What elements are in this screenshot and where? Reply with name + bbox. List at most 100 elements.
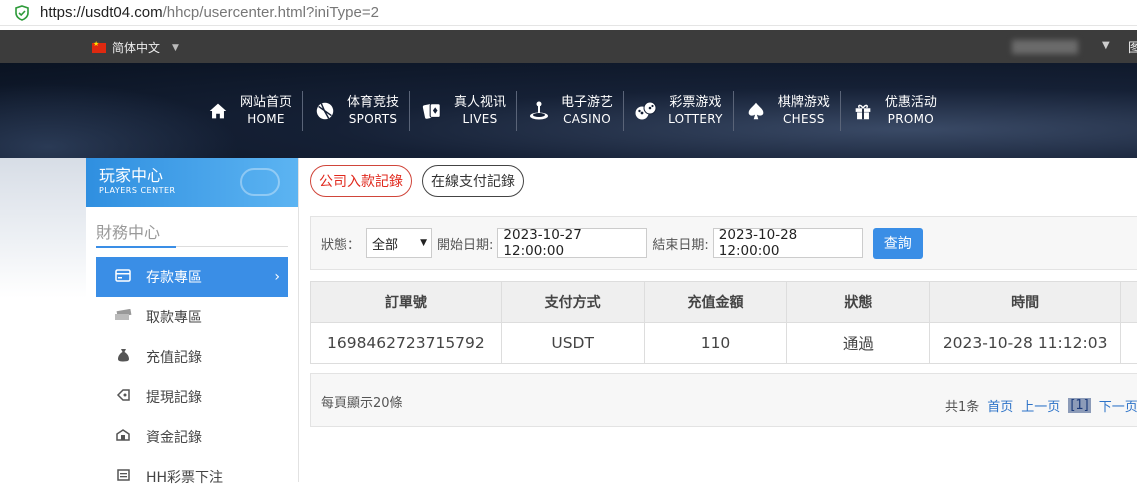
nav-lives-en: LIVES	[462, 111, 498, 126]
sidebar-item-recharge-records[interactable]: 充值記錄	[96, 337, 288, 377]
china-flag-icon	[92, 40, 106, 53]
status-select[interactable]: 全部 ▼	[366, 228, 433, 258]
url-host: https://usdt04.com	[40, 4, 163, 21]
spade-icon	[742, 97, 770, 125]
nav-home-en: HOME	[247, 111, 285, 126]
end-date-input[interactable]: 2023-10-28 12:00:00	[712, 227, 863, 259]
gamepad-icon	[240, 168, 280, 196]
sidebar-item-label: HH彩票下注	[146, 470, 224, 486]
fund-icon	[112, 429, 134, 445]
header-overflow	[1121, 282, 1137, 322]
tab-online-payment[interactable]: 在線支付記錄	[422, 165, 524, 197]
sidebar-item-withdraw-zone[interactable]: 取款專區	[96, 297, 288, 337]
sidebar-item-label: 取款專區	[146, 310, 202, 326]
end-date-label: 結束日期:	[652, 237, 709, 253]
nav-casino-cn: 电子游艺	[561, 94, 614, 110]
nav-chess-en: CHESS	[782, 111, 825, 126]
joystick-icon	[525, 97, 553, 125]
language-selector[interactable]: 简体中文 ▼	[92, 39, 179, 56]
deposit-records-table: 訂單號 支付方式 充值金額 狀態 時間 1698462723715792 USD…	[310, 281, 1137, 364]
header-payment-method: 支付方式	[502, 282, 645, 322]
nav-promo-en: PROMO	[887, 111, 934, 126]
cell-status: 通過	[787, 323, 931, 363]
hero-banner: 网站首页 HOME 体育竞技 SPORTS 真人视讯 LIVES 电子游艺 CASINO…	[0, 63, 1137, 158]
chevron-down-icon: ▼	[172, 42, 179, 53]
first-page-link[interactable]: 首页	[987, 396, 1013, 415]
background-fade	[0, 158, 86, 298]
nav-lottery[interactable]: 彩票游戏 LOTTERY	[624, 90, 734, 131]
dice-icon	[632, 97, 660, 125]
nav-lives[interactable]: 真人视讯 LIVES	[410, 90, 518, 131]
players-center-header: 玩家中心 PLAYERS CENTER	[86, 158, 298, 207]
user-menu-chevron-icon[interactable]: ▼	[1102, 40, 1110, 51]
address-bar[interactable]: https://usdt04.com/hhcp/usercenter.html?…	[0, 0, 1137, 26]
nav-home[interactable]: 网站首页 HOME	[196, 90, 304, 131]
per-page-text: 每頁顯示20條	[321, 396, 403, 411]
sidebar-menu: 存款專區 › 取款專區 充值記錄 提現記錄 資金記錄 HH彩票下注	[86, 257, 298, 497]
status-select-value: 全部	[372, 237, 399, 253]
nav-sports-en: SPORTS	[348, 111, 398, 126]
nav-lives-cn: 真人视讯	[454, 94, 507, 110]
withdraw-icon	[112, 389, 134, 405]
nav-chess-cn: 棋牌游戏	[777, 94, 830, 110]
card-icon	[112, 268, 134, 286]
dropdown-arrow-icon: ▼	[420, 238, 428, 248]
current-page[interactable]: [1]	[1068, 398, 1091, 413]
cell-amount: 110	[645, 323, 788, 363]
sidebar-item-deposit[interactable]: 存款專區 ›	[96, 257, 288, 297]
ticket-icon	[112, 469, 134, 485]
sidebar-item-label: 充值記錄	[146, 350, 202, 366]
table-header-row: 訂單號 支付方式 充值金額 狀態 時間	[311, 282, 1137, 323]
header-amount: 充值金額	[645, 282, 788, 322]
url-path: /hhcp/usercenter.html?iniType=2	[162, 4, 379, 21]
chevron-right-icon: ›	[274, 269, 280, 285]
home-icon	[204, 97, 232, 125]
nav-home-cn: 网站首页	[240, 94, 293, 110]
pagination-bar: 每頁顯示20條 共1条 首页 上一页 [1] 下一页	[310, 373, 1137, 427]
money-bag-icon	[112, 348, 134, 366]
nav-sports-cn: 体育竞技	[347, 94, 400, 110]
total-count: 共1条	[945, 400, 980, 415]
url-text[interactable]: https://usdt04.com/hhcp/usercenter.html?…	[40, 4, 379, 21]
start-date-label: 開始日期:	[437, 237, 494, 253]
sidebar-item-fund-records[interactable]: 資金記錄	[96, 417, 288, 457]
nav-promo[interactable]: 优惠活动 PROMO	[841, 91, 947, 131]
pagination: 共1条 首页 上一页 [1] 下一页	[945, 396, 1137, 415]
secure-shield-icon	[15, 4, 29, 21]
sidebar-item-hh-lottery[interactable]: HH彩票下注	[96, 457, 288, 497]
sidebar-item-label: 存款專區	[146, 270, 202, 286]
main-nav: 网站首页 HOME 体育竞技 SPORTS 真人视讯 LIVES 电子游艺 CASINO…	[196, 63, 947, 158]
prev-page-link[interactable]: 上一页	[1021, 396, 1060, 415]
tab-company-deposit[interactable]: 公司入款記錄	[310, 165, 412, 197]
nav-sports[interactable]: 体育竞技 SPORTS	[303, 90, 411, 131]
next-page-link[interactable]: 下一页	[1099, 396, 1137, 415]
nav-chess[interactable]: 棋牌游戏 CHESS	[734, 90, 841, 131]
nav-casino[interactable]: 电子游艺 CASINO	[517, 90, 625, 131]
finance-center-title: 財務中心	[96, 219, 288, 248]
sidebar-item-label: 資金記錄	[146, 430, 202, 446]
header-time: 時間	[930, 282, 1122, 322]
gift-icon	[849, 97, 877, 125]
cell-order-no: 1698462723715792	[311, 323, 502, 363]
sidebar-item-label: 提現記錄	[146, 390, 202, 406]
nav-promo-cn: 优惠活动	[884, 94, 937, 110]
query-button[interactable]: 查詢	[872, 227, 923, 259]
sidebar: 玩家中心 PLAYERS CENTER 財務中心 存款專區 › 取款專區 充值記…	[86, 158, 299, 486]
start-date-input[interactable]: 2023-10-27 12:00:00	[497, 227, 648, 259]
ball-icon	[311, 97, 339, 125]
nav-lottery-cn: 彩票游戏	[669, 94, 722, 110]
blurred-username	[1012, 40, 1078, 54]
sidebar-item-withdraw-records[interactable]: 提現記錄	[96, 377, 288, 417]
cash-icon	[112, 308, 134, 325]
truncated-top-link[interactable]: 图	[1128, 37, 1137, 56]
cell-payment-method: USDT	[502, 323, 645, 363]
table-row: 1698462723715792 USDT 110 通過 2023-10-28 …	[311, 323, 1137, 363]
cell-time: 2023-10-28 11:12:03	[930, 323, 1122, 363]
record-tabs: 公司入款記錄 在線支付記錄	[310, 165, 534, 197]
top-bar: 简体中文 ▼ ▼ 图	[0, 30, 1137, 63]
nav-lottery-en: LOTTERY	[668, 111, 723, 126]
header-order-no: 訂單號	[311, 282, 502, 322]
nav-casino-en: CASINO	[563, 111, 612, 126]
cell-overflow	[1121, 323, 1137, 363]
language-label: 简体中文	[112, 41, 161, 55]
